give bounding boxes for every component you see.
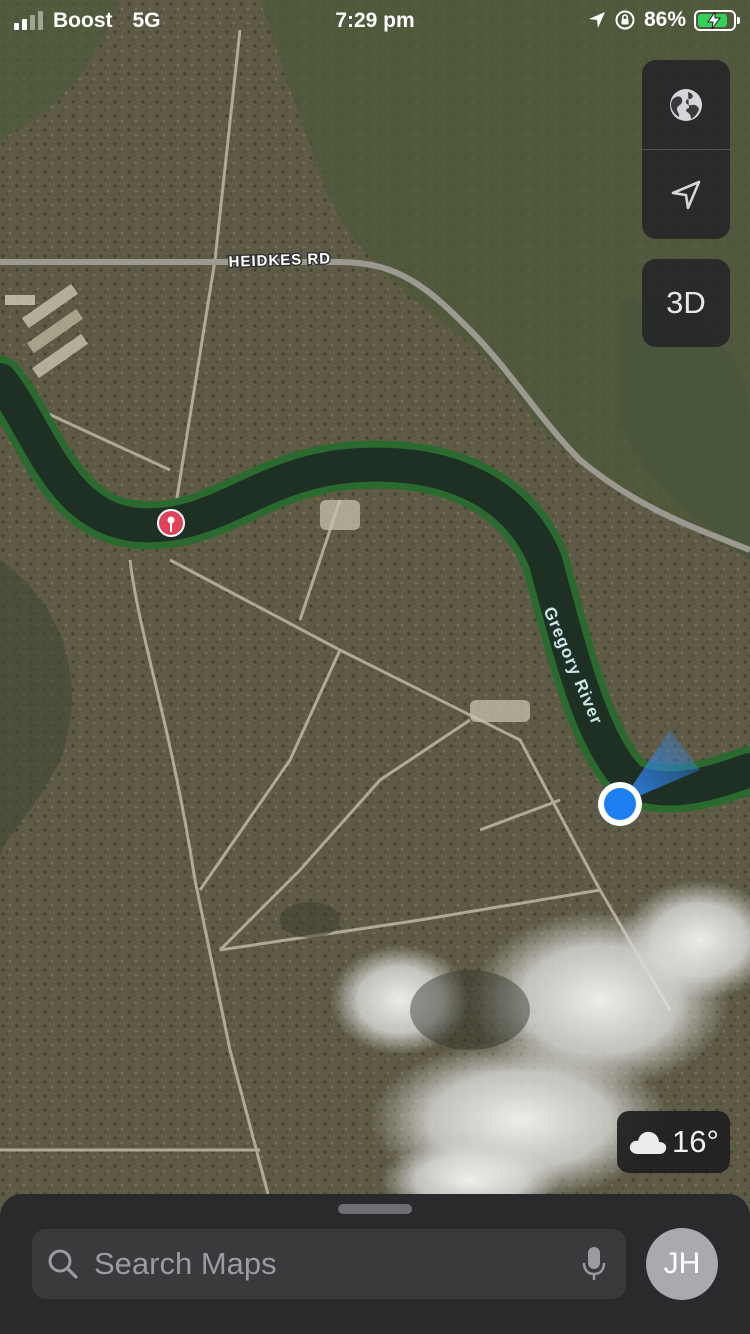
search-sheet: Search Maps JH <box>0 1194 750 1334</box>
globe-icon <box>670 88 702 121</box>
microphone-icon[interactable] <box>582 1245 606 1283</box>
cloud-shadow <box>280 902 340 938</box>
sheet-grabber[interactable] <box>338 1204 412 1214</box>
road-label: HEIDKES RD <box>228 250 331 271</box>
search-icon <box>48 1249 78 1279</box>
location-services-icon <box>588 12 605 28</box>
map-type-button[interactable] <box>642 60 730 149</box>
map-controls <box>642 60 730 239</box>
battery-percent: 86% <box>643 8 686 31</box>
orientation-lock-icon <box>615 10 635 30</box>
status-indicators: 86% <box>588 8 740 32</box>
weather-badge[interactable]: 16° <box>617 1111 730 1173</box>
cloud-shadow <box>410 970 530 1050</box>
temperature: 16° <box>672 1124 719 1159</box>
current-location-dot[interactable] <box>598 782 642 826</box>
map-pin[interactable] <box>157 509 185 537</box>
account-avatar[interactable]: JH <box>646 1228 718 1300</box>
search-input[interactable]: Search Maps <box>94 1246 582 1282</box>
search-bar[interactable]: Search Maps <box>32 1229 626 1299</box>
cloud-icon <box>629 1131 667 1154</box>
battery-charging-icon <box>694 9 740 31</box>
location-arrow-icon <box>671 180 701 209</box>
status-bar: Boost 5G 7:29 pm 86% <box>0 0 750 42</box>
3d-toggle-button[interactable]: 3D <box>642 259 730 347</box>
locate-me-button[interactable] <box>642 150 730 239</box>
